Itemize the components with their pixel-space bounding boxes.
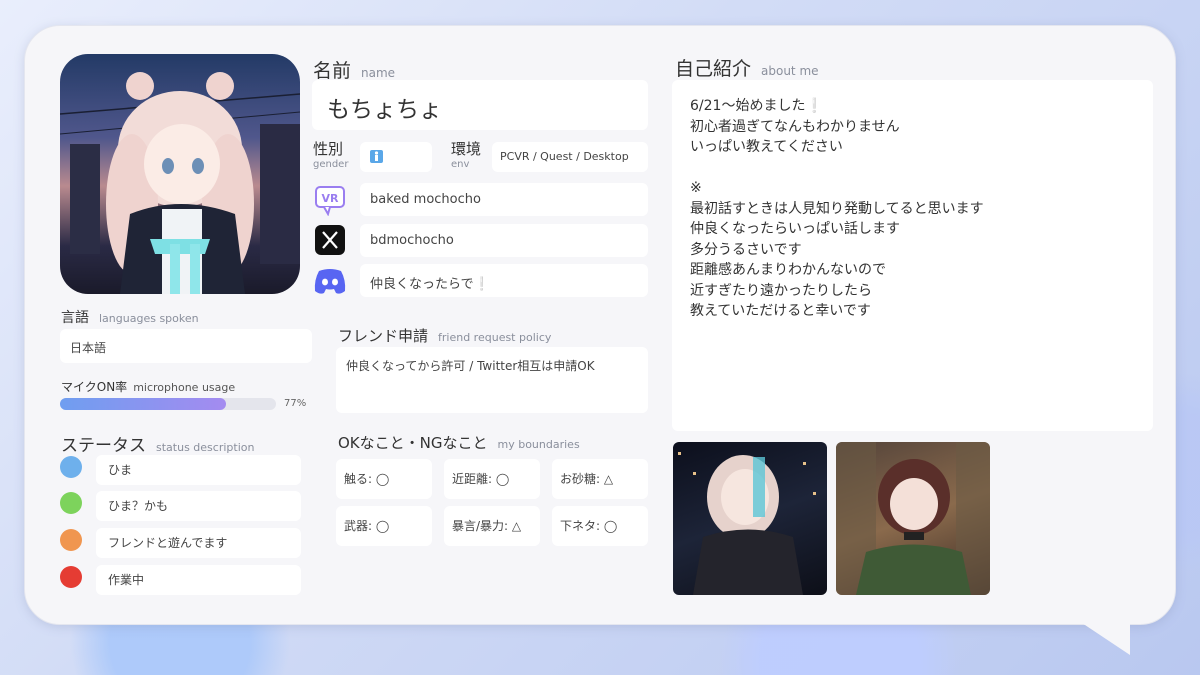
boundary-item-3: 武器: ◯: [336, 506, 432, 546]
status-heading: ステータス status description: [61, 431, 254, 456]
boundary-item-2: お砂糖: △: [552, 459, 648, 499]
status-item-label: ひま: [108, 463, 133, 477]
boundary-label: 触る: ◯: [344, 472, 390, 486]
boundary-label: お砂糖: △: [560, 472, 614, 486]
language-value: 日本語: [70, 341, 107, 355]
about-line: 仲良くなったらいっぱい話します: [690, 221, 900, 237]
gender-heading: 性別 gender: [313, 141, 348, 173]
mic-sub-label: microphone usage: [133, 381, 236, 394]
about-line: 6/21〜始めました❕: [690, 98, 823, 114]
mic-bar-fill: [60, 398, 227, 410]
boundary-label: 近距離: ◯: [452, 472, 510, 486]
about-sub-label: about me: [761, 64, 819, 78]
gender-box: [360, 142, 432, 172]
about-line: 教えていただけると幸いです: [690, 303, 871, 319]
vrchat-box: baked mochocho: [360, 183, 648, 216]
boundary-label: 武器: ◯: [344, 519, 390, 533]
language-heading: 言語 languages spoken: [61, 307, 199, 327]
gender-icon: [370, 150, 383, 163]
discord-box: 仲良くなったらで❕: [360, 264, 648, 297]
name-label: 名前: [313, 60, 352, 82]
boundaries-sub-label: my boundaries: [497, 438, 580, 451]
status-dot-3: [60, 566, 82, 588]
about-text: 6/21〜始めました❕ 初心者過ぎてなんもわかりません いっぱい教えてください ※ 最…: [690, 96, 984, 322]
boundary-item-1: 近距離: ◯: [444, 459, 540, 499]
status-dot-1: [60, 492, 82, 514]
mic-percent: 77%: [284, 398, 307, 409]
language-box: 日本語: [60, 329, 312, 363]
env-value: PCVR / Quest / Desktop: [500, 150, 629, 163]
svg-text:VR: VR: [322, 192, 340, 205]
vrchat-name: baked mochocho: [370, 192, 481, 207]
status-item-0: ひま: [96, 455, 301, 485]
mic-heading: マイクON率 microphone usage: [61, 378, 235, 395]
name-heading: 名前 name: [313, 56, 395, 83]
name-box: もちょちょ: [312, 80, 648, 130]
env-sub-label: env: [451, 159, 470, 170]
boundaries-heading: OKなこと・NGなこと my boundaries: [338, 432, 580, 453]
boundary-item-5: 下ネタ: ◯: [552, 506, 648, 546]
vrchat-icon: VR: [313, 183, 347, 217]
friend-heading: フレンド申請 friend request policy: [338, 325, 551, 346]
friend-box: 仲良くなってから許可 / Twitter相互は申請OK: [336, 347, 648, 413]
language-label: 言語: [61, 310, 89, 326]
about-line: 近すぎたり遠かったりしたら: [690, 282, 872, 299]
status-item-label: フレンドと遊んでます: [108, 536, 228, 550]
about-line: ※: [690, 180, 702, 196]
gallery-photo-2: [836, 442, 990, 595]
friend-value: 仲良くなってから許可 / Twitter相互は申請OK: [346, 359, 595, 373]
env-label: 環境: [451, 140, 482, 158]
about-line: 初心者過ぎてなんもわかりません: [690, 118, 900, 135]
gender-label: 性別: [313, 140, 344, 158]
discord-text-wrap: 仲良くなったらで❕: [370, 273, 490, 292]
about-heading: 自己紹介 about me: [675, 54, 819, 81]
name-value: もちょちょ: [327, 97, 442, 123]
env-heading: 環境 env: [451, 141, 481, 173]
x-icon: [313, 223, 347, 257]
x-handle: bdmochocho: [370, 233, 454, 248]
boundary-item-0: 触る: ◯: [336, 459, 432, 499]
boundary-label: 暴言/暴力: △: [452, 519, 522, 533]
about-line: 距離感あんまりわかんないので: [690, 262, 886, 278]
friend-sub-label: friend request policy: [438, 331, 552, 344]
speech-bubble-tail: [1070, 615, 1130, 655]
mic-bar-track: [60, 398, 276, 410]
status-sub-label: status description: [156, 441, 255, 454]
boundary-item-4: 暴言/暴力: △: [444, 506, 540, 546]
about-line: [690, 158, 984, 179]
friend-label: フレンド申請: [338, 327, 429, 345]
status-item-1: ひま？かも: [96, 491, 301, 521]
status-dot-0: [60, 456, 82, 478]
about-line: 多分うるさいです: [690, 241, 802, 258]
status-item-label: 作業中: [108, 573, 145, 587]
mic-label: マイクON率: [61, 380, 128, 394]
name-sub-label: name: [361, 66, 396, 80]
avatar-photo: [60, 54, 300, 294]
language-sub-label: languages spoken: [99, 312, 199, 325]
status-item-label: ひま？かも: [108, 499, 169, 513]
boundary-label: 下ネタ: ◯: [560, 519, 618, 533]
discord-icon: [313, 264, 347, 298]
status-item-3: 作業中: [96, 565, 301, 595]
discord-mark: ❕: [473, 277, 490, 292]
status-item-2: フレンドと遊んでます: [96, 528, 301, 558]
gallery-photo-1: [673, 442, 827, 595]
boundaries-label: OKなこと・NGなこと: [338, 434, 488, 452]
discord-text: 仲良くなったらで: [370, 277, 474, 292]
env-box: PCVR / Quest / Desktop: [492, 142, 648, 172]
gender-sub-label: gender: [313, 159, 349, 170]
status-label: ステータス: [61, 436, 146, 456]
x-box: bdmochocho: [360, 224, 648, 257]
status-dot-2: [60, 529, 82, 551]
about-box: 6/21〜始めました❕ 初心者過ぎてなんもわかりません いっぱい教えてください ※ 最…: [672, 80, 1153, 431]
about-line: いっぱい教えてください: [690, 139, 843, 155]
about-label: 自己紹介: [675, 58, 752, 80]
about-line: 最初話すときは人見知り発動してると思います: [690, 200, 984, 217]
